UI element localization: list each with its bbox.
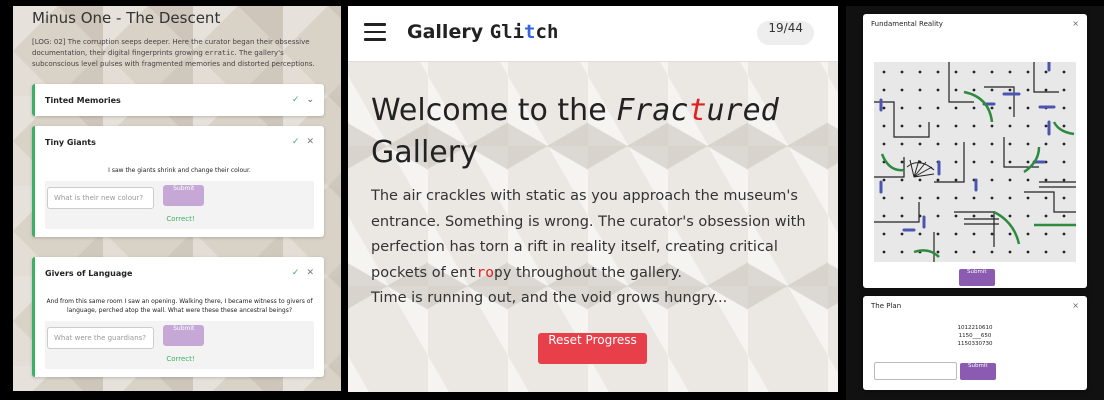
card-title: Tinted Memories: [45, 95, 121, 105]
log-text: [LOG: 02] The corruption seeps deeper. H…: [32, 38, 315, 68]
close-icon[interactable]: ✕: [306, 268, 314, 278]
status-text: Correct!: [166, 215, 195, 223]
answer-input[interactable]: [874, 362, 957, 380]
maze-image[interactable]: [874, 62, 1076, 262]
answer-input[interactable]: [47, 187, 154, 209]
window-the-plan: The Plan × 1012210610 1150___650 1150330…: [863, 296, 1087, 390]
submit-button[interactable]: Submit: [163, 325, 205, 346]
puzzle-panel-left: Minus One - The Descent [LOG: 02] The co…: [13, 6, 341, 391]
menu-icon[interactable]: [364, 23, 386, 41]
question-text: I saw the giants shrink and change their…: [108, 167, 251, 174]
hero-paragraph: The air crackles with static as you appr…: [371, 188, 806, 306]
main-view: Gallery Glitch 19/44 Welcome to the Frac…: [348, 6, 838, 392]
status-text: Correct!: [166, 355, 195, 363]
chevron-down-icon[interactable]: ⌄: [306, 95, 314, 105]
question-text: And from this same room I saw an opening…: [46, 298, 313, 314]
check-icon: ✓: [291, 95, 300, 105]
window-title: The Plan: [871, 302, 902, 310]
navbar: Gallery Glitch 19/44: [348, 6, 838, 62]
card-title: Givers of Language: [45, 268, 133, 278]
check-icon: ✓: [291, 268, 300, 278]
progress-counter: 19/44: [757, 21, 814, 45]
window-fundamental-reality: Fundamental Reality × Submit: [863, 14, 1087, 288]
close-icon[interactable]: ×: [1072, 301, 1079, 310]
reset-progress-button[interactable]: Reset Progress: [538, 333, 647, 364]
check-icon: ✓: [291, 137, 300, 147]
window-title: Fundamental Reality: [871, 20, 943, 28]
card-givers-of-language: Givers of Language ✓ ✕ And from this sam…: [32, 257, 324, 377]
level-title: Minus One - The Descent: [32, 9, 221, 27]
close-icon[interactable]: ×: [1072, 19, 1079, 28]
card-tinted-memories[interactable]: Tinted Memories ✓ ⌄: [32, 84, 324, 116]
card-title: Tiny Giants: [45, 137, 96, 147]
submit-button[interactable]: Submit: [960, 363, 996, 380]
puzzle-panel-right: Fundamental Reality × Submit The Plan × …: [846, 6, 1104, 400]
hero-title: Welcome to the Fractured Gallery: [371, 93, 779, 170]
answer-input[interactable]: [47, 327, 154, 349]
submit-button[interactable]: Submit: [959, 269, 995, 286]
close-icon[interactable]: ✕: [306, 137, 314, 147]
submit-button[interactable]: Submit: [163, 185, 205, 206]
brand-logo[interactable]: Gallery Glitch: [407, 21, 558, 43]
card-tiny-giants: Tiny Giants ✓ ✕ I saw the giants shrink …: [32, 126, 324, 237]
plan-code: 1012210610 1150___650 1150330730: [957, 325, 993, 347]
